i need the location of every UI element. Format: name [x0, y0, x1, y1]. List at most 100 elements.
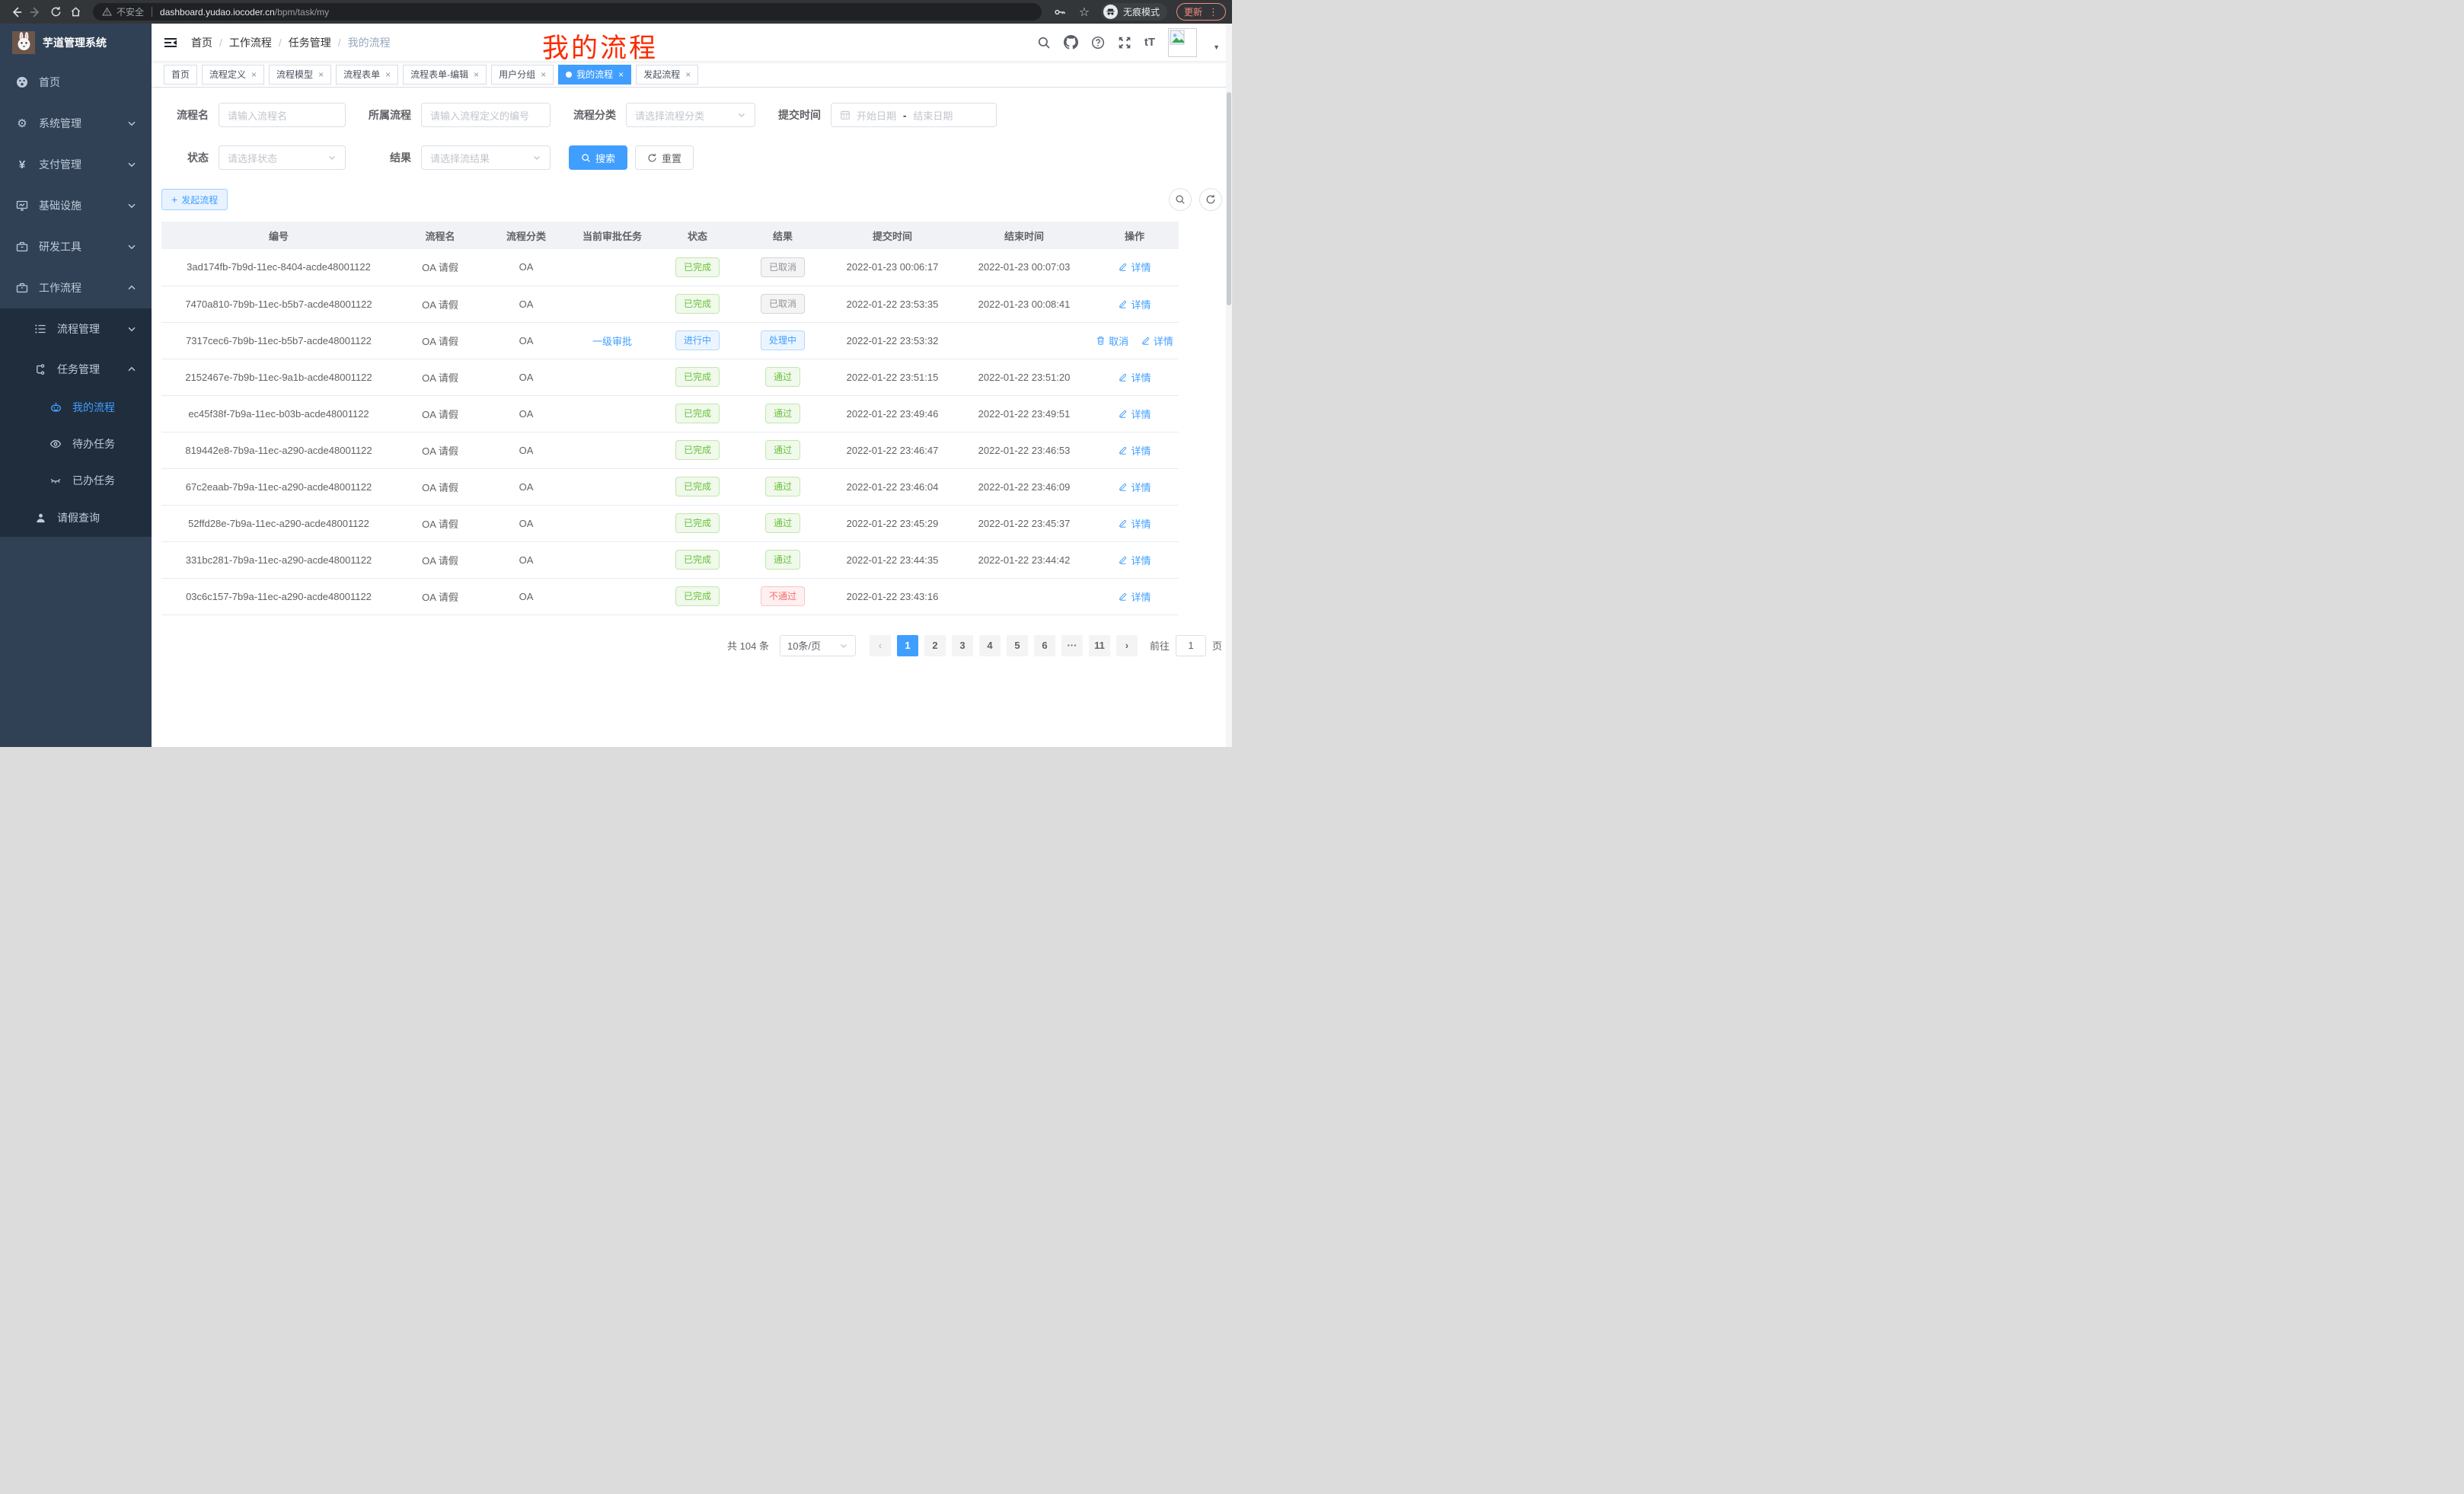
sidebar-item-infra[interactable]: 基础设施 — [0, 185, 152, 226]
breadcrumb-home[interactable]: 首页 — [191, 35, 212, 50]
detail-label: 详情 — [1131, 260, 1151, 274]
tab[interactable]: 流程定义 × — [202, 65, 264, 85]
detail-action[interactable]: 详情 — [1118, 480, 1151, 494]
end-time: 2022-01-22 23:45:37 — [978, 518, 1071, 529]
refresh-button[interactable] — [1199, 188, 1222, 211]
pager-page[interactable]: 1 — [897, 635, 918, 656]
breadcrumb-workflow[interactable]: 工作流程 — [229, 35, 272, 50]
create-process-button[interactable]: + 发起流程 — [161, 189, 228, 210]
page-size-select[interactable]: 10条/页 — [780, 635, 856, 656]
detail-action[interactable]: 详情 — [1118, 589, 1151, 604]
process-def-input[interactable]: 请输入流程定义的编号 — [421, 103, 551, 127]
pager-page[interactable]: 2 — [924, 635, 946, 656]
detail-action[interactable]: 详情 — [1118, 297, 1151, 311]
table-row: 03c6c157-7b9a-11ec-a290-acde48001122 OA … — [161, 578, 1179, 615]
update-button[interactable]: 更新 ⋮ — [1176, 3, 1226, 21]
avatar-caret-icon[interactable]: ▼ — [1213, 43, 1220, 51]
detail-action[interactable]: 详情 — [1118, 443, 1151, 458]
tab-close-icon[interactable]: × — [474, 69, 479, 80]
tab[interactable]: 用户分组 × — [491, 65, 554, 85]
select-placeholder: 请选择流程分类 — [635, 108, 737, 123]
detail-action[interactable]: 详情 — [1118, 553, 1151, 567]
forward-icon[interactable] — [26, 2, 46, 22]
tab[interactable]: 流程表单-编辑 × — [403, 65, 487, 85]
process-name: OA 请假 — [422, 592, 458, 603]
collapse-sidebar-icon[interactable] — [164, 37, 177, 49]
pager-page[interactable]: 5 — [1007, 635, 1028, 656]
tab-close-icon[interactable]: × — [685, 69, 691, 80]
back-icon[interactable] — [6, 2, 26, 22]
scrollbar-thumb[interactable] — [1227, 92, 1231, 305]
detail-action[interactable]: 详情 — [1118, 407, 1151, 421]
github-icon[interactable] — [1064, 35, 1078, 49]
sidebar-item-workflow[interactable]: 工作流程 — [0, 267, 152, 308]
tree-list-icon — [34, 323, 47, 335]
goto-page: 前往 页 — [1150, 635, 1222, 656]
create-process-label: 发起流程 — [181, 193, 218, 206]
process-id: 52ffd28e-7b9a-11ec-a290-acde48001122 — [188, 518, 369, 529]
date-range-input[interactable]: 开始日期 - 结束日期 — [831, 103, 997, 127]
sidebar-item-todo-tasks[interactable]: 待办任务 — [0, 426, 152, 462]
result-select[interactable]: 请选择流结果 — [421, 145, 551, 170]
breadcrumb-task-mgmt[interactable]: 任务管理 — [289, 35, 331, 50]
search-button[interactable]: 搜索 — [569, 145, 627, 170]
yen-icon: ¥ — [15, 159, 29, 171]
update-label: 更新 — [1184, 5, 1202, 18]
category-select[interactable]: 请选择流程分类 — [626, 103, 755, 127]
sidebar-item-devtools[interactable]: 研发工具 — [0, 226, 152, 267]
tab[interactable]: 发起流程 × — [636, 65, 698, 85]
prev-page-button[interactable]: ‹ — [870, 635, 891, 656]
status-select[interactable]: 请选择状态 — [219, 145, 346, 170]
tab-close-icon[interactable]: × — [541, 69, 546, 80]
sidebar-item-task-mgmt[interactable]: 任务管理 — [0, 349, 152, 389]
fullscreen-icon[interactable] — [1118, 36, 1131, 49]
pager-page[interactable]: 4 — [979, 635, 1001, 656]
submit-time: 2022-01-23 00:06:17 — [847, 261, 939, 273]
bookmark-star-icon[interactable]: ☆ — [1077, 2, 1092, 22]
tab[interactable]: 流程模型 × — [269, 65, 331, 85]
tab[interactable]: 首页 — [164, 65, 197, 85]
password-key-icon[interactable] — [1052, 2, 1068, 22]
tab[interactable]: 流程表单 × — [336, 65, 398, 85]
app-logo-row[interactable]: 芋道管理系统 — [0, 24, 152, 62]
avatar[interactable] — [1168, 28, 1197, 57]
detail-action[interactable]: 详情 — [1118, 516, 1151, 531]
tab-close-icon[interactable]: × — [318, 69, 324, 80]
sidebar-item-leave-query[interactable]: 请假查询 — [0, 499, 152, 537]
tab[interactable]: 我的流程 × — [558, 65, 631, 85]
font-size-icon[interactable]: tT — [1144, 36, 1155, 49]
tab-close-icon[interactable]: × — [618, 69, 624, 80]
reset-button[interactable]: 重置 — [635, 145, 694, 170]
sidebar-item-system[interactable]: ⚙ 系统管理 — [0, 103, 152, 144]
cancel-action[interactable]: 取消 — [1096, 334, 1128, 348]
filter-submit-time: 提交时间 开始日期 - 结束日期 — [774, 103, 997, 127]
sidebar-item-payment[interactable]: ¥ 支付管理 — [0, 144, 152, 185]
sidebar-item-home[interactable]: 首页 — [0, 62, 152, 103]
process-name-input[interactable]: 请输入流程名 — [219, 103, 346, 127]
vertical-scrollbar[interactable] — [1226, 24, 1232, 747]
pager-page[interactable]: 6 — [1034, 635, 1055, 656]
help-icon[interactable] — [1091, 36, 1105, 49]
task-link[interactable]: 一级审批 — [592, 334, 632, 348]
search-icon[interactable] — [1037, 36, 1051, 49]
detail-action[interactable]: 详情 — [1141, 334, 1173, 348]
security-label[interactable]: 不安全 — [116, 5, 144, 18]
pager-page[interactable]: ··· — [1061, 635, 1083, 656]
pager-page[interactable]: 3 — [952, 635, 973, 656]
show-search-button[interactable] — [1169, 188, 1192, 211]
home-icon[interactable] — [65, 2, 85, 22]
browser-menu-icon[interactable]: ⋮ — [1208, 7, 1218, 17]
url-bar[interactable]: 不安全 dashboard.yudao.iocoder.cn /bpm/task… — [93, 3, 1042, 21]
goto-page-input[interactable] — [1176, 635, 1206, 656]
next-page-button[interactable]: › — [1116, 635, 1138, 656]
sidebar-item-process-mgmt[interactable]: 流程管理 — [0, 308, 152, 349]
sidebar-item-done-tasks[interactable]: 已办任务 — [0, 462, 152, 499]
sidebar-item-my-process[interactable]: 我的流程 — [0, 389, 152, 426]
tab-close-icon[interactable]: × — [251, 69, 257, 80]
detail-action[interactable]: 详情 — [1118, 260, 1151, 274]
pager-page[interactable]: 11 — [1089, 635, 1110, 656]
filter-result: 结果 请选择流结果 — [364, 145, 551, 170]
detail-action[interactable]: 详情 — [1118, 370, 1151, 385]
tab-close-icon[interactable]: × — [385, 69, 391, 80]
reload-icon[interactable] — [46, 2, 65, 22]
